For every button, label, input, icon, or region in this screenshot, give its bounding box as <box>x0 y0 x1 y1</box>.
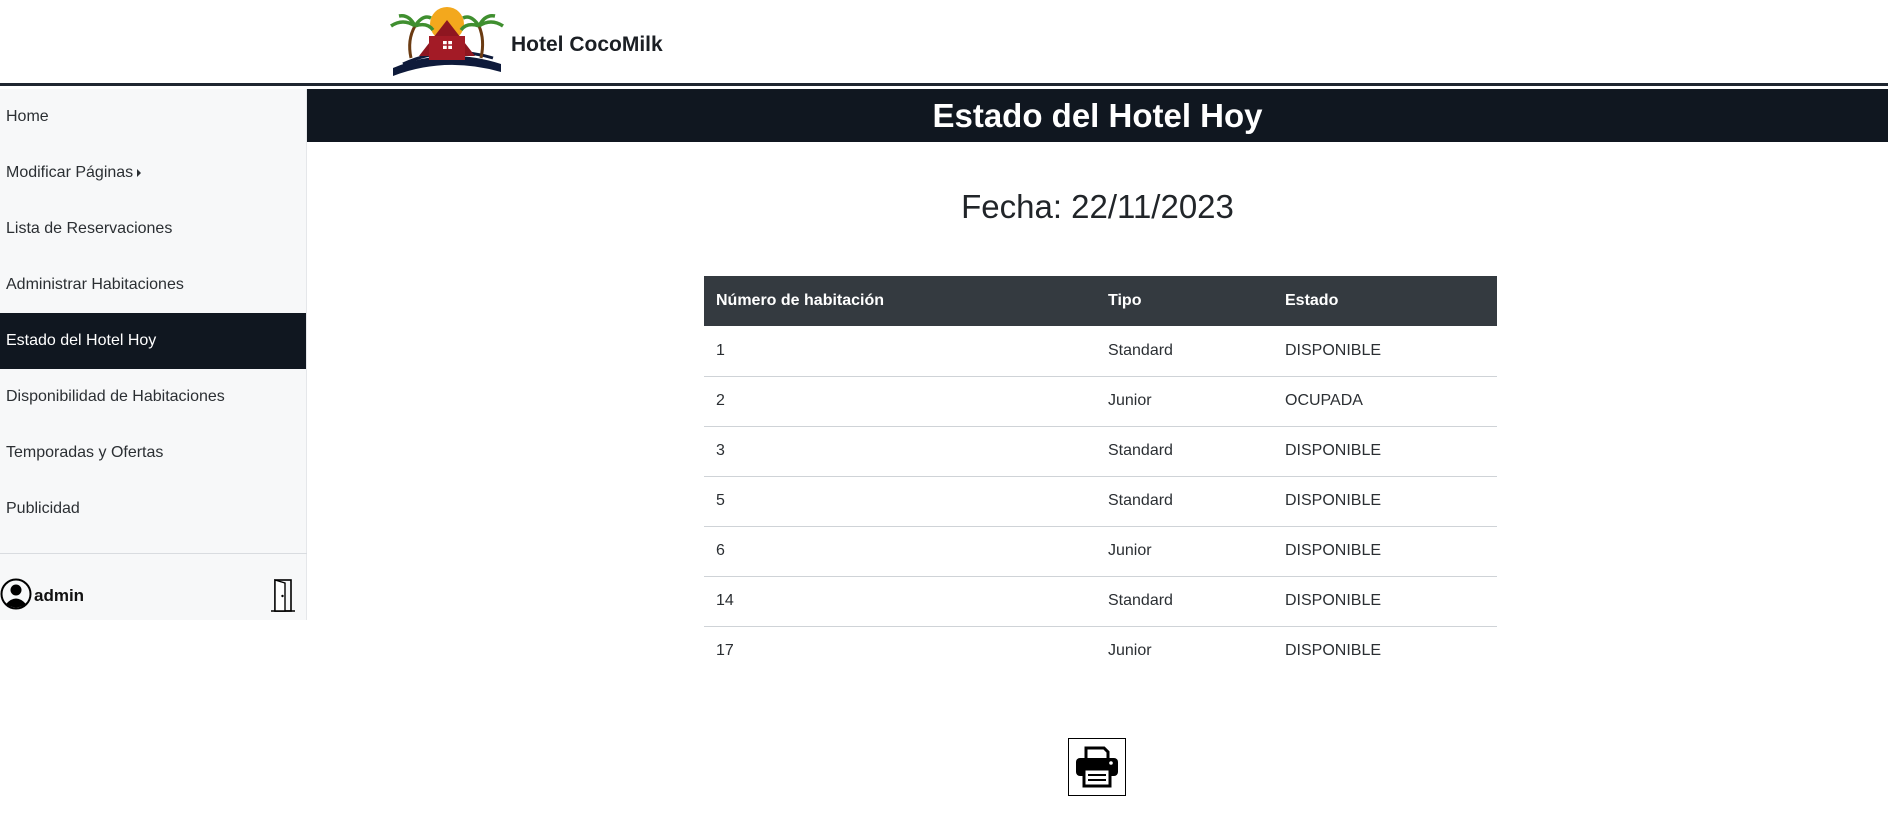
cell-room-status: DISPONIBLE <box>1273 526 1497 577</box>
column-header-tipo: Tipo <box>1096 276 1273 326</box>
sidebar-divider <box>0 553 307 554</box>
cell-room-type: Standard <box>1096 426 1273 477</box>
cell-room-status: DISPONIBLE <box>1273 576 1497 627</box>
sidebar-item-label: Home <box>6 108 49 125</box>
cell-room-number: 1 <box>704 326 1096 377</box>
username: admin <box>34 586 85 605</box>
hotel-logo-icon <box>390 7 504 76</box>
sidebar: Home Modificar Páginas Lista de Reservac… <box>0 89 307 620</box>
sidebar-item-administrar-habitaciones[interactable]: Administrar Habitaciones <box>0 257 306 313</box>
table-row: 17 Junior DISPONIBLE <box>704 626 1497 676</box>
top-bar: Hotel CocoMilk <box>0 0 1888 86</box>
sidebar-item-label: Modificar Páginas <box>6 164 134 181</box>
sidebar-nav: Home Modificar Páginas Lista de Reservac… <box>0 89 306 537</box>
print-button[interactable] <box>1068 738 1126 796</box>
table-header-row: Número de habitación Tipo Estado <box>704 276 1497 326</box>
caret-right-icon <box>137 168 142 177</box>
sidebar-item-label: Publicidad <box>6 500 80 517</box>
sidebar-item-label: Lista de Reservaciones <box>6 220 173 237</box>
sidebar-item-disponibilidad-habitaciones[interactable]: Disponibilidad de Habitaciones <box>0 369 306 425</box>
cell-room-type: Junior <box>1096 526 1273 577</box>
cell-room-type: Standard <box>1096 326 1273 377</box>
cell-room-number: 3 <box>704 426 1096 477</box>
table-row: 14 Standard DISPONIBLE <box>704 576 1497 627</box>
cell-room-status: DISPONIBLE <box>1273 326 1497 377</box>
cell-room-type: Junior <box>1096 376 1273 427</box>
sidebar-item-modificar-paginas[interactable]: Modificar Páginas <box>0 145 306 201</box>
brand-name[interactable]: Hotel CocoMilk <box>511 33 663 57</box>
sidebar-item-label: Disponibilidad de Habitaciones <box>6 388 225 405</box>
cell-room-number: 14 <box>704 576 1096 627</box>
cell-room-type: Standard <box>1096 476 1273 527</box>
user-section: admin <box>0 578 307 614</box>
table-row: 3 Standard DISPONIBLE <box>704 426 1497 477</box>
cell-room-number: 17 <box>716 642 734 660</box>
table-row: 5 Standard DISPONIBLE <box>704 476 1497 527</box>
sidebar-item-label: Temporadas y Ofertas <box>6 444 164 461</box>
sidebar-item-label: Administrar Habitaciones <box>6 276 184 293</box>
cell-room-status: DISPONIBLE <box>1273 476 1497 527</box>
cell-room-number: 6 <box>704 526 1096 577</box>
cell-room-type: Junior <box>1108 642 1152 660</box>
brand[interactable]: Hotel CocoMilk <box>385 6 663 76</box>
table-row: 6 Junior DISPONIBLE <box>704 526 1497 577</box>
cell-room-status: DISPONIBLE <box>1273 426 1497 477</box>
rooms-table: Número de habitación Tipo Estado 1 Stand… <box>704 276 1497 676</box>
table-row: 2 Junior OCUPADA <box>704 376 1497 427</box>
printer-icon <box>1076 746 1118 788</box>
cell-room-number: 5 <box>704 476 1096 527</box>
sidebar-item-temporadas-ofertas[interactable]: Temporadas y Ofertas <box>0 425 306 481</box>
sidebar-item-publicidad[interactable]: Publicidad <box>0 481 306 537</box>
cell-room-number: 2 <box>704 376 1096 427</box>
sidebar-item-estado-hotel-hoy[interactable]: Estado del Hotel Hoy <box>0 313 306 369</box>
hotel-status-table: Número de habitación Tipo Estado 1 Stand… <box>704 276 1497 676</box>
door-icon[interactable] <box>270 578 296 617</box>
sidebar-item-label: Estado del Hotel Hoy <box>6 332 157 349</box>
user-circle-icon[interactable] <box>0 578 32 615</box>
cell-room-status: DISPONIBLE <box>1285 642 1382 660</box>
sidebar-item-home[interactable]: Home <box>0 89 306 145</box>
column-header-numero: Número de habitación <box>704 276 1096 326</box>
date-heading: Fecha: 22/11/2023 <box>961 188 1234 225</box>
cell-room-type: Standard <box>1096 576 1273 627</box>
column-header-estado: Estado <box>1273 276 1497 326</box>
cell-room-status: OCUPADA <box>1273 376 1497 427</box>
page-title: Estado del Hotel Hoy <box>307 89 1888 142</box>
sidebar-item-lista-reservaciones[interactable]: Lista de Reservaciones <box>0 201 306 257</box>
table-row: 1 Standard DISPONIBLE <box>704 326 1497 377</box>
